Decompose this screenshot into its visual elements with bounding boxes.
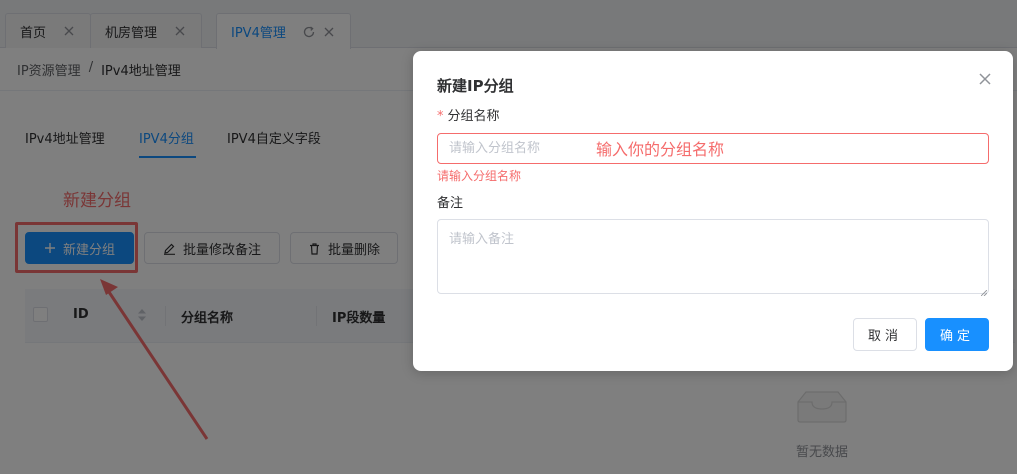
resize-handle-icon[interactable] — [980, 285, 988, 297]
confirm-button[interactable]: 确定 — [925, 318, 989, 351]
new-ip-group-dialog: 新建IP分组 *分组名称 输入你的分组名称 请输入分组名称 备注 取消 确定 — [413, 51, 1013, 371]
required-mark: * — [437, 109, 444, 124]
group-name-label: * 分组名称 — [437, 109, 500, 124]
close-icon[interactable] — [977, 71, 993, 87]
group-name-error: 请输入分组名称 — [437, 169, 522, 183]
remark-textarea[interactable] — [437, 219, 989, 294]
remark-label: 备注 — [437, 196, 464, 211]
cancel-button[interactable]: 取消 — [853, 318, 917, 351]
dialog-title: 新建IP分组 — [437, 77, 514, 95]
group-name-input[interactable] — [437, 133, 989, 164]
